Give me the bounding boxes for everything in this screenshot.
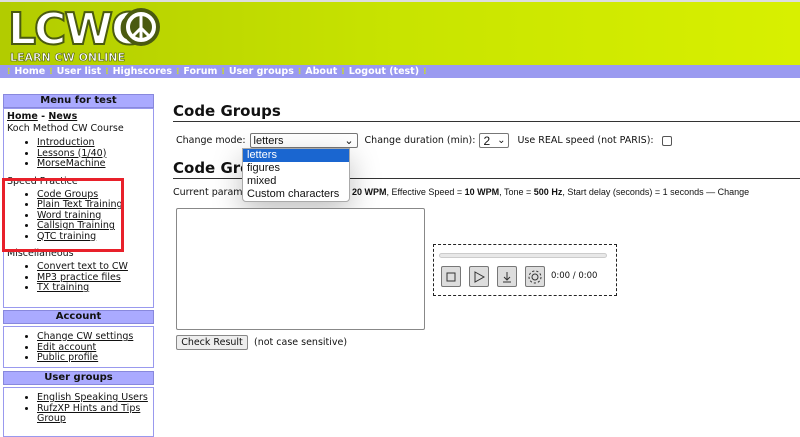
settings-button[interactable] bbox=[525, 266, 545, 287]
current-parameters-label: Current parame bbox=[173, 187, 249, 198]
play-button[interactable] bbox=[469, 266, 489, 287]
audio-player: 0:00 / 0:00 bbox=[433, 244, 617, 296]
menu-header: Menu for test bbox=[3, 94, 154, 108]
page-title: Code Groups bbox=[173, 102, 800, 122]
change-link[interactable]: Change bbox=[718, 187, 750, 197]
link-rufzxp-group[interactable]: RufzXP Hints and Tips Group bbox=[37, 403, 140, 425]
menu-home-link[interactable]: Home bbox=[7, 111, 38, 122]
duration-select[interactable]: 2 ⌄ bbox=[479, 133, 510, 148]
link-mp3-files[interactable]: MP3 practice files bbox=[37, 272, 121, 283]
separator: - bbox=[41, 111, 46, 122]
menu-news-link[interactable]: News bbox=[48, 111, 77, 122]
link-morsemachine[interactable]: MorseMachine bbox=[37, 158, 105, 169]
chevron-down-icon: ⌄ bbox=[497, 135, 506, 146]
link-lessons[interactable]: Lessons (1/40) bbox=[37, 148, 106, 159]
link-introduction[interactable]: Introduction bbox=[37, 137, 95, 148]
nav-forum[interactable]: Forum bbox=[183, 66, 217, 77]
mode-dropdown-list: letters figures mixed Custom characters bbox=[242, 148, 350, 202]
option-mixed[interactable]: mixed bbox=[243, 175, 349, 188]
play-icon bbox=[474, 270, 485, 283]
highlight-box bbox=[2, 178, 124, 252]
link-convert-text[interactable]: Convert text to CW bbox=[37, 261, 128, 272]
link-tx-training[interactable]: TX training bbox=[37, 282, 89, 293]
link-english-users[interactable]: English Speaking Users bbox=[37, 392, 148, 403]
nav-about[interactable]: About bbox=[305, 66, 337, 77]
nav-user-list[interactable]: User list bbox=[57, 66, 102, 77]
real-speed-checkbox[interactable] bbox=[661, 135, 672, 146]
duration-label: Change duration (min): bbox=[364, 135, 476, 146]
stop-icon bbox=[446, 272, 456, 281]
case-note: (not case sensitive) bbox=[254, 337, 348, 348]
real-speed-label: Use REAL speed (not PARIS): bbox=[517, 135, 654, 146]
download-button[interactable] bbox=[497, 266, 517, 287]
progress-bar[interactable] bbox=[439, 253, 607, 258]
nav-highscores[interactable]: Highscores bbox=[113, 66, 172, 77]
current-parameters: 20 WPM, Effective Speed = 10 WPM, Tone =… bbox=[352, 187, 750, 197]
mode-controls: Change mode: letters ⌄ Change duration (m… bbox=[176, 133, 672, 148]
user-groups-box: English Speaking Users RufzXP Hints and … bbox=[3, 387, 154, 437]
option-figures[interactable]: figures bbox=[243, 162, 349, 175]
download-icon bbox=[503, 271, 511, 282]
answer-textarea[interactable] bbox=[176, 208, 425, 330]
nav-logout[interactable]: Logout (test) bbox=[349, 66, 419, 77]
check-result-button[interactable]: Check Result bbox=[176, 335, 248, 350]
gear-icon bbox=[528, 270, 542, 283]
mode-select[interactable]: letters ⌄ bbox=[249, 133, 358, 148]
link-public-profile[interactable]: Public profile bbox=[37, 352, 98, 363]
site-header: LCWO LEARN CW ONLINE bbox=[0, 0, 800, 65]
stop-button[interactable] bbox=[441, 266, 461, 287]
top-nav: ⁝ Home ⁝ User list ⁝ Highscores ⁝ Forum ⁝ Use… bbox=[0, 65, 800, 78]
nav-user-groups[interactable]: User groups bbox=[229, 66, 294, 77]
option-custom-characters[interactable]: Custom characters bbox=[243, 188, 349, 201]
link-change-cw-settings[interactable]: Change CW settings bbox=[37, 331, 133, 342]
tagline: LEARN CW ONLINE bbox=[10, 51, 126, 65]
user-groups-header: User groups bbox=[3, 371, 154, 385]
mode-label: Change mode: bbox=[176, 135, 246, 146]
time-display: 0:00 / 0:00 bbox=[551, 271, 598, 281]
option-letters[interactable]: letters bbox=[243, 149, 349, 162]
account-header: Account bbox=[3, 310, 154, 324]
chevron-down-icon: ⌄ bbox=[344, 135, 354, 147]
koch-section-title: Koch Method CW Course bbox=[7, 123, 124, 134]
peace-logo-icon bbox=[122, 8, 160, 46]
nav-home[interactable]: Home bbox=[14, 66, 45, 77]
link-edit-account[interactable]: Edit account bbox=[37, 342, 96, 353]
account-box: Change CW settings Edit account Public p… bbox=[3, 326, 154, 368]
